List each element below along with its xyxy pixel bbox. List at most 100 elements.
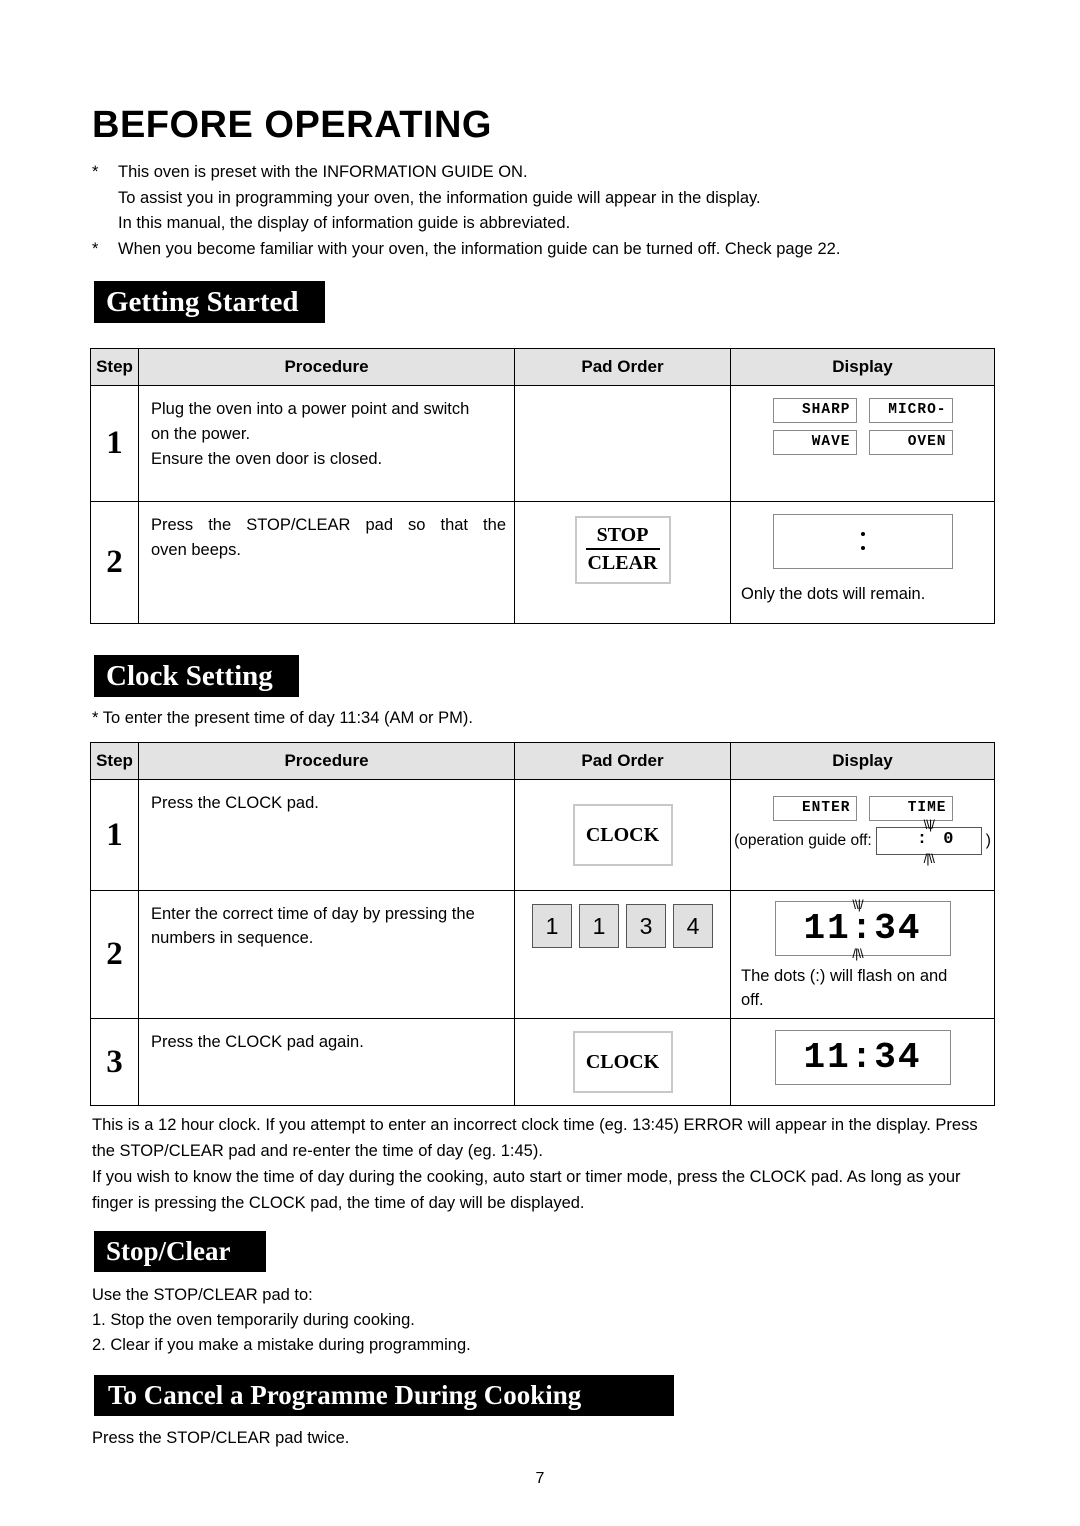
page-title: BEFORE OPERATING — [92, 104, 492, 146]
lcd-time-display-flashing: \\|/ 11:34 /|\\ — [774, 897, 951, 961]
clock-setting-table: Step Procedure Pad Order Display 1 Press… — [90, 742, 995, 1106]
lcd-enter: ENTER — [772, 796, 857, 821]
clock-pad[interactable]: CLOCK — [572, 1031, 673, 1093]
table-row: 2 Press the STOP/CLEAR pad so that the o… — [90, 501, 995, 624]
intro-bullet-1-line-1: This oven is preset with the INFORMATION… — [118, 163, 528, 181]
lcd-wave: WAVE — [772, 430, 857, 455]
clock-note-paragraph-2: If you wish to know the time of day duri… — [92, 1164, 998, 1216]
procedure-line-2: oven beeps. — [151, 541, 241, 559]
lcd-time-value: 11:34 — [803, 908, 922, 949]
section-banner-stop-clear-label: Stop/Clear — [106, 1236, 231, 1266]
table-row: 1 Plug the oven into a power point and s… — [90, 385, 995, 502]
procedure-line-1: Plug the oven into a power point and swi… — [151, 400, 470, 418]
clock-note-p2-line-1: If you wish to know the time of day duri… — [92, 1168, 902, 1186]
table-row: 2 Enter the correct time of day by press… — [90, 890, 995, 1019]
clock-pad[interactable]: CLOCK — [572, 804, 673, 866]
header-step: Step — [90, 742, 139, 780]
step-number: 2 — [90, 501, 139, 624]
flash-mark-bottom-icon: /|\\ — [852, 946, 863, 961]
header-step: Step — [90, 348, 139, 386]
table-header-row: Step Procedure Pad Order Display — [90, 348, 995, 386]
number-pad-sequence: 1 1 3 4 — [515, 904, 730, 948]
operation-guide-suffix: ) — [985, 832, 991, 849]
operation-guide-prefix: (operation guide off: — [734, 832, 872, 849]
bullet-star-icon: * — [92, 163, 99, 181]
pad-order-cell: 1 1 3 4 — [514, 890, 731, 1019]
procedure-text: Press the STOP/CLEAR pad so that the ove… — [138, 501, 515, 624]
step-number: 1 — [90, 385, 139, 502]
clock-note-p1-line-1: This is a 12 hour clock. If you attempt … — [92, 1116, 872, 1134]
display-caption-line-2: off. — [741, 991, 764, 1009]
getting-started-table: Step Procedure Pad Order Display 1 Plug … — [90, 348, 995, 624]
intro-bullet-1-line-2: To assist you in programming your oven, … — [118, 188, 761, 207]
section-banner-stop-clear: Stop/Clear — [94, 1231, 266, 1272]
flash-mark-top-icon: \\|/ — [923, 817, 935, 832]
intro-bullet-2: * When you become familiar with your ove… — [92, 237, 992, 263]
bullet-star-icon-2: * — [92, 239, 99, 258]
step-number: 2 — [90, 890, 139, 1019]
header-pad-order: Pad Order — [514, 742, 731, 780]
header-display: Display — [730, 348, 995, 386]
step-number: 1 — [90, 779, 139, 891]
flash-mark-top-icon: \\|/ — [852, 897, 863, 912]
clock-setting-notes: This is a 12 hour clock. If you attempt … — [92, 1112, 998, 1216]
procedure-line-3: Ensure the oven door is closed. — [151, 450, 383, 468]
section-banner-cancel-programme-label: To Cancel a Programme During Cooking — [108, 1380, 582, 1410]
colon-dot-lower-icon — [860, 546, 865, 550]
section-banner-getting-started-label: Getting Started — [106, 285, 299, 318]
stop-clear-list: Use the STOP/CLEAR pad to: 1. Stop the o… — [92, 1283, 994, 1358]
table-header-row: Step Procedure Pad Order Display — [90, 742, 995, 780]
procedure-text: Plug the oven into a power point and swi… — [138, 385, 515, 502]
procedure-text: Press the CLOCK pad again. — [138, 1018, 515, 1106]
section-banner-clock-setting-label: Clock Setting — [106, 659, 273, 692]
display-cell: SHARP MICRO- WAVE OVEN — [730, 385, 995, 502]
colon-dot-upper-icon — [860, 532, 865, 536]
stop-clear-item-1: 1. Stop the oven temporarily during cook… — [92, 1311, 415, 1329]
header-display: Display — [730, 742, 995, 780]
page-number: 7 — [535, 1470, 545, 1487]
display-cell: \\|/ 11:34 /|\\ The dots (:) will flash … — [730, 890, 995, 1019]
display-cell: 11:34 — [730, 1018, 995, 1106]
lcd-operation-guide-value: : 0 — [916, 830, 957, 849]
display-cell: ENTER TIME (operation guide off: \\|/ : … — [730, 779, 995, 891]
intro-bullet-2-line-1: When you become familiar with your oven,… — [118, 239, 841, 258]
lcd-micro: MICRO- — [868, 398, 953, 423]
stop-clear-intro: Use the STOP/CLEAR pad to: — [92, 1286, 313, 1304]
procedure-text: Press the CLOCK pad. — [138, 779, 515, 891]
document-page: BEFORE OPERATING * This oven is preset w… — [0, 0, 1080, 1526]
lcd-time: TIME — [868, 796, 953, 821]
header-procedure: Procedure — [138, 348, 515, 386]
section-banner-cancel-programme: To Cancel a Programme During Cooking — [94, 1375, 674, 1416]
display-cell: Only the dots will remain. — [730, 501, 995, 624]
number-pad-1[interactable]: 1 — [532, 904, 572, 948]
display-caption: The dots (:) will flash on and off. — [731, 956, 994, 1012]
pad-order-cell: CLOCK — [514, 1018, 731, 1106]
intro-bullet-1-line-3: In this manual, the display of informati… — [118, 214, 571, 232]
flash-mark-bottom-icon: /|\\ — [923, 851, 935, 866]
lcd-time-display: 11:34 — [774, 1030, 951, 1085]
lcd-display-row-2: WAVE OVEN — [731, 430, 994, 455]
display-caption-line-1: The dots (:) will flash on and — [741, 967, 948, 985]
number-pad-4[interactable]: 4 — [673, 904, 713, 948]
clock-note-paragraph-1: This is a 12 hour clock. If you attempt … — [92, 1112, 998, 1164]
number-pad-2[interactable]: 1 — [579, 904, 619, 948]
procedure-line-2: on the power. — [151, 425, 251, 443]
clock-setting-note: * To enter the present time of day 11:34… — [92, 709, 473, 727]
step-number: 3 — [90, 1018, 139, 1106]
procedure-line-2: numbers in sequence. — [151, 929, 314, 947]
pad-order-cell-empty — [514, 385, 731, 502]
clear-label: CLEAR — [587, 552, 658, 574]
header-procedure: Procedure — [138, 742, 515, 780]
stop-clear-pad[interactable]: STOP CLEAR — [574, 516, 671, 584]
pad-order-cell: CLOCK — [514, 779, 731, 891]
table-row: 3 Press the CLOCK pad again. CLOCK 11:34 — [90, 1018, 995, 1106]
procedure-line-1: Press the STOP/CLEAR pad so that the — [151, 516, 506, 534]
pad-order-cell: STOP CLEAR — [514, 501, 731, 624]
section-banner-getting-started: Getting Started — [94, 281, 325, 323]
table-row: 1 Press the CLOCK pad. CLOCK ENTER TIME … — [90, 779, 995, 891]
number-pad-3[interactable]: 3 — [626, 904, 666, 948]
display-caption: Only the dots will remain. — [741, 585, 926, 603]
stop-clear-item-2: 2. Clear if you make a mistake during pr… — [92, 1336, 471, 1354]
lcd-display-row-1: SHARP MICRO- — [731, 398, 994, 423]
stop-label: STOP — [585, 524, 660, 550]
